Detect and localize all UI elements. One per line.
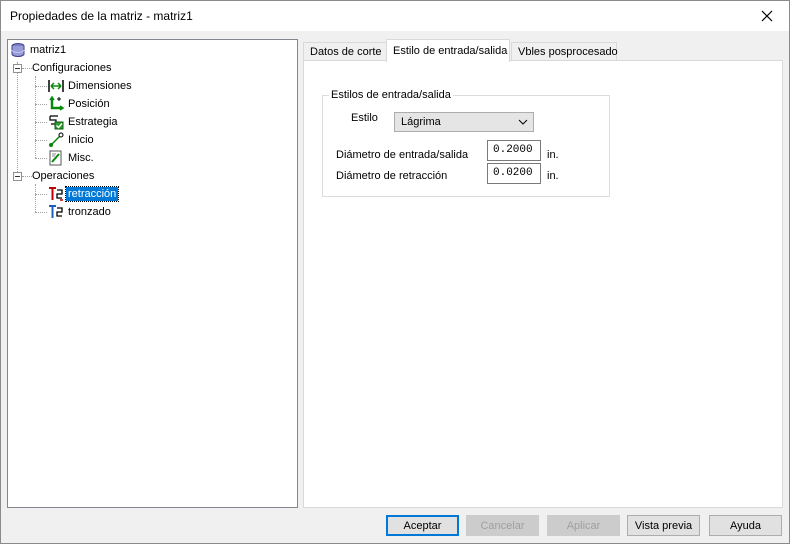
dialog-window: Propiedades de la matriz - matriz1 matri… bbox=[0, 0, 790, 544]
cutoff-op-icon bbox=[49, 205, 63, 218]
tree-item-misc[interactable]: Misc. bbox=[48, 150, 96, 166]
tree-line bbox=[35, 122, 47, 123]
matrix-tree[interactable]: matriz1 Configuraciones Dimensiones Posi… bbox=[7, 39, 298, 508]
start-icon bbox=[49, 132, 64, 147]
estilo-select[interactable]: Lágrima bbox=[394, 112, 534, 132]
estilo-selected-value: Lágrima bbox=[401, 116, 441, 128]
diametro-retraccion-label: Diámetro de retracción bbox=[336, 170, 448, 182]
cancelar-button[interactable]: Cancelar bbox=[466, 515, 539, 536]
lead-styles-group: Estilos de entrada/salida Estilo Lágrima… bbox=[322, 89, 610, 197]
tab-panel: Estilos de entrada/salida Estilo Lágrima… bbox=[303, 60, 783, 508]
retraction-op-icon bbox=[49, 187, 63, 201]
tree-line bbox=[35, 140, 47, 141]
tree-line bbox=[35, 158, 47, 159]
group-title: Estilos de entrada/salida bbox=[329, 89, 453, 101]
strategy-icon bbox=[49, 115, 64, 130]
tree-item-estrategia[interactable]: Estrategia bbox=[48, 114, 120, 130]
tree-line bbox=[35, 76, 36, 158]
tree-item-operaciones[interactable]: Operaciones bbox=[30, 168, 96, 184]
title-bar[interactable]: Propiedades de la matriz - matriz1 bbox=[1, 1, 789, 31]
aplicar-button[interactable]: Aplicar bbox=[547, 515, 620, 536]
tab-label: Vbles posprocesado bbox=[518, 46, 618, 58]
tree-label: retracción bbox=[64, 186, 120, 202]
vista-previa-button[interactable]: Vista previa bbox=[627, 515, 700, 536]
tree-item-root[interactable]: matriz1 bbox=[10, 42, 68, 58]
misc-icon bbox=[49, 150, 62, 166]
unit-label: in. bbox=[547, 170, 559, 182]
tree-label: Configuraciones bbox=[32, 62, 112, 74]
diametro-entrada-field[interactable]: 0.2000 bbox=[487, 140, 541, 161]
close-icon bbox=[761, 10, 773, 22]
tree-line bbox=[35, 212, 47, 213]
chevron-down-icon bbox=[513, 113, 533, 131]
collapse-toggle[interactable] bbox=[13, 64, 22, 73]
tab-datos-de-corte[interactable]: Datos de corte bbox=[303, 42, 395, 61]
tree-label: tronzado bbox=[68, 206, 111, 218]
tree-label: Operaciones bbox=[32, 170, 95, 182]
diametro-retraccion-field[interactable]: 0.0200 bbox=[487, 163, 541, 184]
tree-label: Dimensiones bbox=[68, 80, 132, 92]
tree-item-dimensiones[interactable]: Dimensiones bbox=[48, 78, 134, 94]
tree-line bbox=[35, 194, 47, 195]
window-title: Propiedades de la matriz - matriz1 bbox=[10, 9, 193, 23]
aceptar-button[interactable]: Aceptar bbox=[386, 515, 459, 536]
ayuda-button[interactable]: Ayuda bbox=[709, 515, 782, 536]
estilo-label: Estilo bbox=[351, 112, 378, 124]
tree-item-tronzado[interactable]: tronzado bbox=[48, 204, 113, 220]
position-icon bbox=[49, 96, 64, 111]
unit-label: in. bbox=[547, 149, 559, 161]
tree-label: Estrategia bbox=[68, 116, 118, 128]
tree-item-posicion[interactable]: Posición bbox=[48, 96, 112, 112]
diametro-entrada-label: Diámetro de entrada/salida bbox=[336, 149, 469, 161]
tab-estilo-entrada-salida[interactable]: Estilo de entrada/salida bbox=[386, 39, 510, 62]
tab-vbles-posprocesado[interactable]: Vbles posprocesado bbox=[511, 42, 618, 61]
tree-line bbox=[17, 62, 18, 178]
tree-line bbox=[35, 184, 36, 212]
tree-item-configuraciones[interactable]: Configuraciones bbox=[30, 60, 114, 76]
tree-label: Posición bbox=[68, 98, 110, 110]
close-button[interactable] bbox=[745, 1, 789, 31]
tab-label: Datos de corte bbox=[310, 46, 382, 58]
tab-label: Estilo de entrada/salida bbox=[393, 45, 508, 57]
tree-line bbox=[35, 86, 47, 87]
tree-item-inicio[interactable]: Inicio bbox=[48, 132, 96, 148]
tree-label: matriz1 bbox=[30, 44, 67, 56]
tree-label: Misc. bbox=[68, 152, 94, 164]
tree-line bbox=[35, 104, 47, 105]
dimensions-icon bbox=[48, 80, 64, 92]
database-icon bbox=[11, 43, 25, 57]
collapse-toggle[interactable] bbox=[13, 172, 22, 181]
tree-item-retraccion[interactable]: retracción bbox=[48, 186, 120, 202]
tree-label: Inicio bbox=[68, 134, 94, 146]
